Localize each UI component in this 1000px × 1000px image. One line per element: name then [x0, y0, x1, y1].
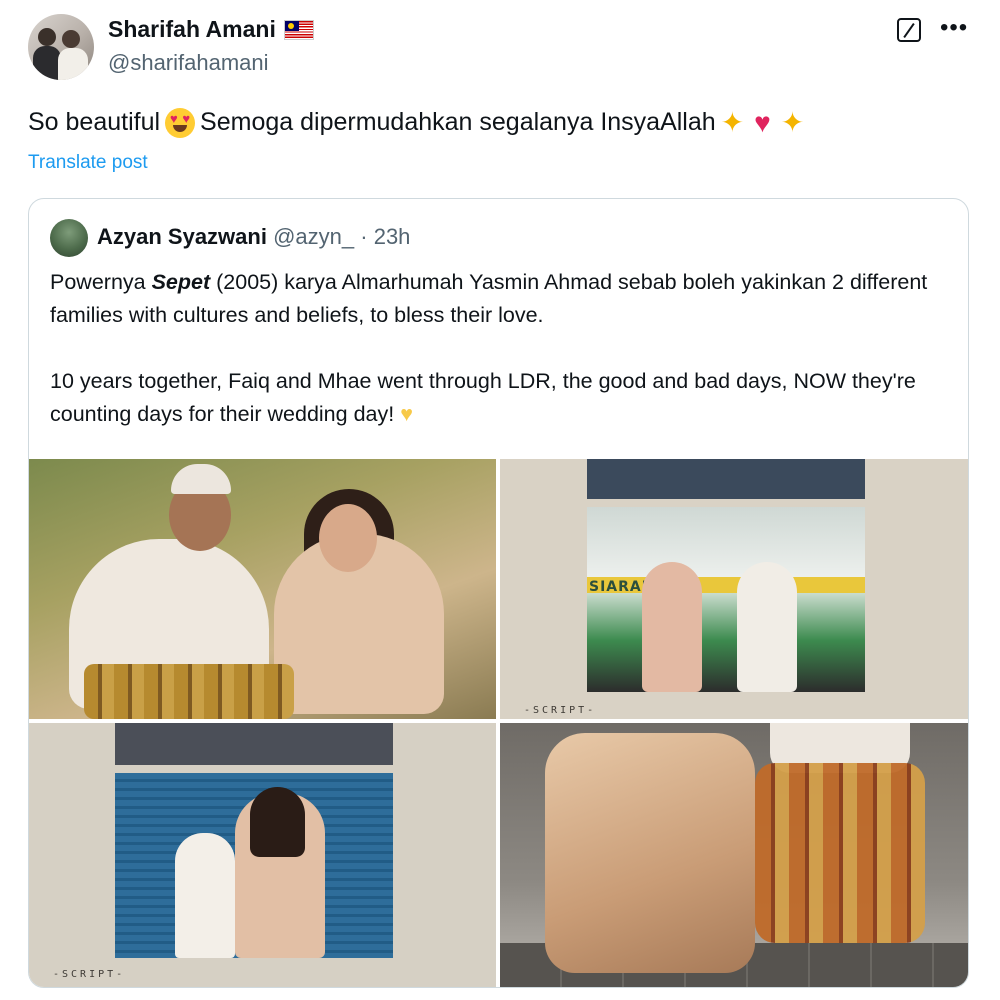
- photo-3[interactable]: -SCRIPT-: [29, 723, 496, 987]
- more-options-icon[interactable]: •••: [940, 14, 968, 42]
- quoted-author-name[interactable]: Azyan Syazwani: [97, 224, 267, 249]
- sparkles-emoji-icon: ✦: [720, 107, 745, 138]
- post-text-start: So beautiful: [28, 108, 161, 136]
- avatar-bride-body: [58, 48, 88, 80]
- photo1-sarong: [84, 664, 294, 719]
- photo4-groom-sarong: [755, 763, 925, 943]
- photo2-groom: [737, 562, 797, 692]
- post-text-end: Semoga dipermudahkan segalanya InsyaAlla…: [200, 108, 716, 136]
- grok-icon[interactable]: [897, 18, 921, 42]
- photo2-script-label: -SCRIPT-: [524, 705, 597, 716]
- post-text: So beautiful Semoga dipermudahkan segala…: [28, 106, 809, 139]
- photo4-bride-dress: [545, 733, 755, 973]
- heart-eyes-emoji-icon: [165, 107, 196, 138]
- photo-1[interactable]: [29, 459, 496, 719]
- photo3-shutter-frame: [115, 773, 393, 958]
- sparkles-emoji-icon: ✦: [780, 107, 805, 138]
- yellow-heart-emoji-icon: ♥: [400, 402, 413, 426]
- photo2-bride: [642, 562, 702, 692]
- photo1-bride-face: [319, 504, 377, 572]
- photo3-script-label: -SCRIPT-: [53, 969, 126, 980]
- meta-separator: ·: [360, 224, 368, 249]
- quoted-paragraph-1: Powernya Sepet (2005) karya Almarhumah Y…: [50, 266, 950, 332]
- malaysia-flag-icon: [283, 19, 314, 40]
- para2-text: 10 years together, Faiq and Mhae went th…: [50, 369, 916, 426]
- photo2-main-frame: SIARAN: [587, 507, 865, 692]
- photo2-top-strip: [587, 459, 865, 499]
- author-avatar[interactable]: [28, 14, 94, 80]
- film-title: Sepet: [151, 270, 211, 294]
- translate-post-link[interactable]: Translate post: [28, 152, 148, 174]
- quoted-post-text: Powernya Sepet (2005) karya Almarhumah Y…: [50, 266, 950, 431]
- photo-4[interactable]: [500, 723, 968, 987]
- author-name[interactable]: Sharifah Amani: [108, 16, 276, 43]
- photo3-bride-hair: [250, 787, 305, 857]
- author-name-row[interactable]: Sharifah Amani: [108, 16, 314, 43]
- quoted-author-avatar[interactable]: [50, 219, 88, 257]
- para1-before: Powernya: [50, 270, 152, 294]
- quoted-paragraph-2: 10 years together, Faiq and Mhae went th…: [50, 365, 950, 431]
- avatar-groom-body: [33, 46, 61, 80]
- author-handle[interactable]: @sharifahamani: [108, 50, 269, 76]
- avatar-bride-head: [62, 30, 80, 48]
- photo1-groom-cap: [171, 464, 231, 494]
- avatar-groom-head: [38, 28, 56, 46]
- quoted-post-card[interactable]: Azyan Syazwani @azyn_ · 23h Powernya Sep…: [28, 198, 969, 988]
- photo3-top-strip: [115, 723, 393, 765]
- photo3-groom: [175, 833, 235, 958]
- quoted-author-handle[interactable]: @azyn_: [273, 224, 354, 249]
- red-heart-emoji-icon: ♥: [754, 106, 771, 138]
- photo-2[interactable]: SIARAN -SCRIPT-: [500, 459, 968, 719]
- quoted-post-time[interactable]: 23h: [374, 224, 411, 249]
- quoted-post-header: Azyan Syazwani @azyn_ · 23h: [97, 224, 410, 250]
